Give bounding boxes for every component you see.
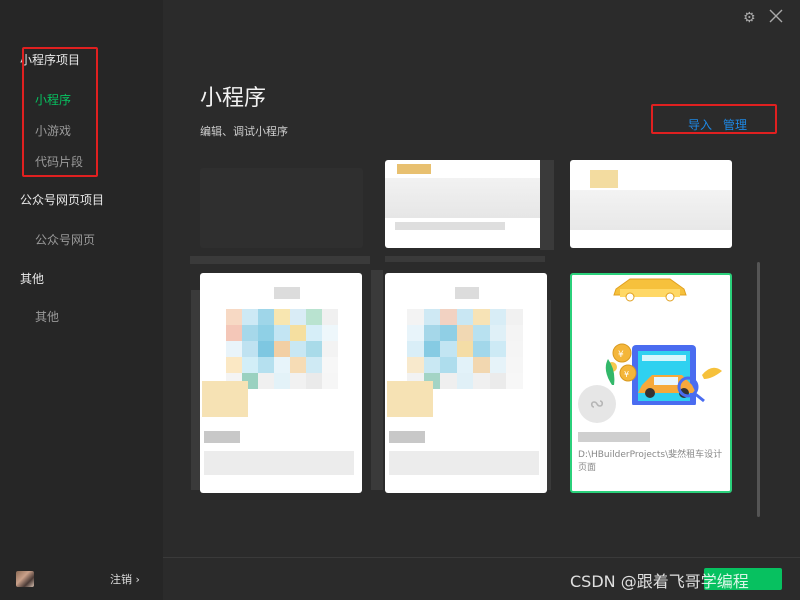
divider — [163, 557, 800, 558]
project-card-selected[interactable]: ¥ ¥ D:\HBuilderProjects\斐然租车设计页面 — [570, 273, 732, 493]
page-subtitle: 编辑、调试小程序 — [200, 125, 288, 138]
project-card[interactable] — [385, 273, 547, 493]
project-card[interactable] — [200, 273, 362, 493]
svg-text:¥: ¥ — [618, 350, 624, 360]
miniprogram-logo-icon — [578, 385, 616, 423]
logout-button[interactable]: 注销 › — [110, 571, 140, 587]
import-link[interactable]: 导入 — [688, 116, 712, 133]
close-icon[interactable] — [768, 8, 784, 28]
annotation-box-actions — [651, 104, 777, 134]
divider — [540, 160, 554, 250]
manage-link[interactable]: 管理 — [723, 116, 747, 133]
project-name — [578, 432, 650, 442]
sidebar-item-miniprogram[interactable]: 小程序 — [35, 91, 71, 108]
project-card[interactable] — [200, 168, 363, 248]
sidebar: 小程序项目 小程序 小游戏 代码片段 公众号网页项目 公众号网页 其他 其他 注… — [0, 0, 163, 600]
project-card[interactable] — [570, 160, 732, 248]
sidebar-item-code-snippet[interactable]: 代码片段 — [35, 153, 83, 170]
divider — [371, 270, 383, 490]
project-path: D:\HBuilderProjects\斐然租车设计页面 — [578, 450, 723, 473]
page-title: 小程序 — [200, 86, 267, 111]
svg-text:¥: ¥ — [624, 370, 629, 379]
sidebar-item-other[interactable]: 其他 — [35, 308, 59, 325]
avatar[interactable] — [16, 571, 34, 587]
project-card[interactable] — [385, 160, 548, 248]
divider — [385, 256, 545, 262]
section-other: 其他 — [20, 272, 45, 286]
scrollbar[interactable] — [757, 262, 760, 517]
watermark: CSDN @跟着飞哥学编程 — [570, 572, 749, 591]
gear-icon[interactable]: ⚙ — [743, 10, 756, 26]
divider — [190, 256, 370, 264]
section-official-account-projects: 公众号网页项目 — [20, 193, 105, 207]
sidebar-item-minigame[interactable]: 小游戏 — [35, 122, 71, 139]
section-miniprogram-projects: 小程序项目 — [20, 53, 81, 67]
sidebar-item-official-account-web[interactable]: 公众号网页 — [35, 231, 95, 248]
